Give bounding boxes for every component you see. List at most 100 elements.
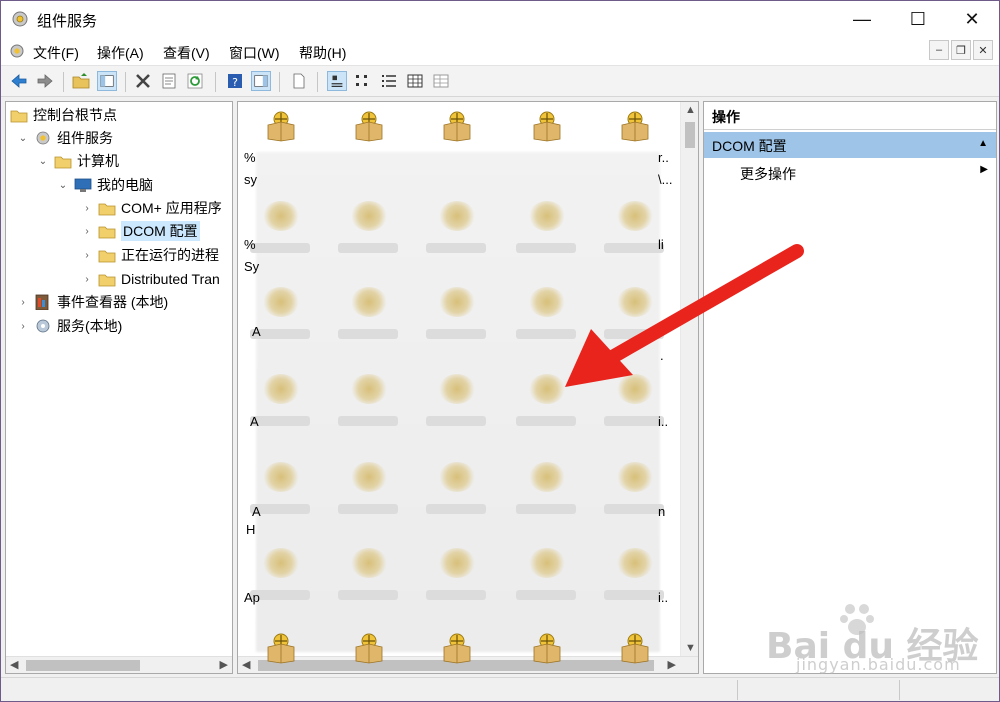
- list-view-icon[interactable]: [379, 71, 399, 91]
- tree-item-label: 服务(本地): [57, 318, 123, 334]
- expand-arrow-icon[interactable]: ›: [80, 226, 94, 237]
- tree-item-label: 组件服务: [57, 130, 113, 146]
- services-icon: [36, 319, 50, 333]
- scroll-up-icon[interactable]: ▲: [685, 104, 696, 116]
- tree-item[interactable]: ⌄ 计算机: [36, 150, 119, 172]
- dcom-app-label[interactable]: r..: [658, 150, 669, 165]
- dcom-app-icon[interactable]: [440, 632, 474, 664]
- tree-item[interactable]: › COM+ 应用程序: [80, 197, 221, 219]
- menu-action[interactable]: 操作(A): [97, 43, 144, 63]
- scrollbar-thumb[interactable]: [26, 660, 140, 671]
- expand-arrow-icon[interactable]: ›: [80, 250, 94, 261]
- blurred-app-icon: [263, 548, 299, 578]
- menu-view[interactable]: 查看(V): [163, 43, 210, 63]
- blurred-app-icon: [439, 548, 475, 578]
- tree-item[interactable]: › Distributed Tran: [80, 268, 220, 290]
- dcom-app-icon[interactable]: [618, 110, 652, 142]
- new-window-icon[interactable]: [289, 71, 309, 91]
- expand-arrow-icon[interactable]: ›: [16, 321, 30, 332]
- scroll-right-icon[interactable]: ▶: [668, 658, 676, 671]
- blurred-app-icon: [617, 548, 653, 578]
- mdi-minimize-button[interactable]: –: [929, 40, 949, 60]
- action-pane-icon[interactable]: [251, 71, 271, 91]
- help-icon[interactable]: ?: [225, 71, 245, 91]
- blurred-app-icon: [439, 287, 475, 317]
- expand-arrow-icon[interactable]: ›: [80, 274, 94, 285]
- collapse-arrow-icon[interactable]: ⌄: [16, 133, 30, 144]
- refresh-icon[interactable]: [185, 71, 205, 91]
- mdi-close-button[interactable]: ✕: [973, 40, 993, 60]
- small-icons-view-icon[interactable]: [353, 71, 373, 91]
- status-view-icon[interactable]: [431, 71, 451, 91]
- dcom-app-icon[interactable]: [530, 632, 564, 664]
- tree-item[interactable]: › 事件查看器 (本地): [16, 291, 168, 313]
- properties-icon[interactable]: [159, 71, 179, 91]
- dcom-app-icon[interactable]: [264, 632, 298, 664]
- menu-window[interactable]: 窗口(W): [229, 43, 280, 63]
- window-title: 组件服务: [37, 13, 98, 30]
- more-actions-item[interactable]: 更多操作: [740, 164, 796, 184]
- show-tree-icon[interactable]: [97, 71, 117, 91]
- collapse-up-icon[interactable]: ▲: [978, 138, 988, 149]
- dcom-app-label[interactable]: %: [244, 150, 256, 165]
- dcom-app-label[interactable]: sy: [244, 172, 257, 187]
- dcom-app-label[interactable]: H: [246, 522, 255, 537]
- dcom-app-label[interactable]: Sy: [244, 259, 259, 274]
- status-bar: [1, 677, 999, 701]
- dcom-app-label[interactable]: A: [250, 414, 259, 429]
- submenu-arrow-icon[interactable]: ▶: [980, 164, 988, 175]
- blurred-app-label: [516, 590, 576, 600]
- scrollbar-thumb[interactable]: [685, 122, 695, 148]
- collapse-arrow-icon[interactable]: ⌄: [36, 156, 50, 167]
- dcom-app-label[interactable]: i..: [658, 414, 668, 429]
- delete-icon[interactable]: [133, 71, 153, 91]
- dcom-app-icon[interactable]: [264, 110, 298, 142]
- dcom-app-label[interactable]: A: [252, 504, 261, 519]
- watermark-url: jingyan.baidu.com: [796, 655, 961, 674]
- expand-arrow-icon[interactable]: ›: [16, 297, 30, 308]
- scroll-left-icon[interactable]: ◀: [242, 658, 250, 671]
- maximize-button[interactable]: ☐: [893, 1, 943, 37]
- dcom-app-icon[interactable]: [440, 110, 474, 142]
- blurred-app-label: [426, 416, 486, 426]
- mdi-restore-button[interactable]: ❐: [951, 40, 971, 60]
- blurred-app-icon: [263, 287, 299, 317]
- tree-item-label: 控制台根节点: [33, 107, 117, 123]
- tree-item[interactable]: › 正在运行的进程: [80, 244, 219, 266]
- dcom-app-label[interactable]: Ap: [244, 590, 260, 605]
- dcom-app-label[interactable]: \...: [658, 172, 672, 187]
- menu-file[interactable]: 文件(F): [33, 43, 79, 63]
- close-button[interactable]: ✕: [947, 1, 997, 37]
- component-services-icon: [12, 11, 28, 27]
- actions-section-dcom[interactable]: DCOM 配置 ▲: [704, 132, 996, 158]
- large-icons-view-icon[interactable]: [327, 71, 347, 91]
- tree-item[interactable]: ⌄ 组件服务: [16, 127, 113, 149]
- expand-arrow-icon[interactable]: ›: [80, 203, 94, 214]
- forward-arrow-icon[interactable]: [35, 71, 55, 91]
- dcom-app-label[interactable]: n: [658, 504, 665, 519]
- status-separator: [737, 680, 738, 700]
- scroll-down-icon[interactable]: ▼: [685, 642, 696, 654]
- tree-item[interactable]: › DCOM 配置: [80, 220, 200, 242]
- dcom-app-icon[interactable]: [352, 632, 386, 664]
- dcom-app-label[interactable]: A: [252, 324, 261, 339]
- scroll-left-icon[interactable]: ◀: [10, 658, 18, 671]
- blurred-app-label: [604, 504, 664, 514]
- tree-horizontal-scrollbar[interactable]: ◀ ▶: [6, 656, 232, 673]
- dcom-app-icon[interactable]: [352, 110, 386, 142]
- tree-item[interactable]: › 服务(本地): [16, 315, 122, 337]
- collapse-arrow-icon[interactable]: ⌄: [56, 180, 70, 191]
- blurred-app-icon: [351, 462, 387, 492]
- tree-item[interactable]: 控制台根节点: [10, 104, 117, 126]
- back-arrow-icon[interactable]: [9, 71, 29, 91]
- dcom-app-icon[interactable]: [530, 110, 564, 142]
- minimize-button[interactable]: —: [837, 1, 887, 37]
- tree-item[interactable]: ⌄ 我的电脑: [56, 174, 153, 196]
- scroll-right-icon[interactable]: ▶: [220, 658, 228, 671]
- dcom-app-label[interactable]: i..: [658, 590, 668, 605]
- up-folder-icon[interactable]: [71, 71, 91, 91]
- dcom-app-label[interactable]: %: [244, 237, 256, 252]
- dcom-app-icon[interactable]: [618, 632, 652, 664]
- details-view-icon[interactable]: [405, 71, 425, 91]
- menu-help[interactable]: 帮助(H): [299, 43, 346, 63]
